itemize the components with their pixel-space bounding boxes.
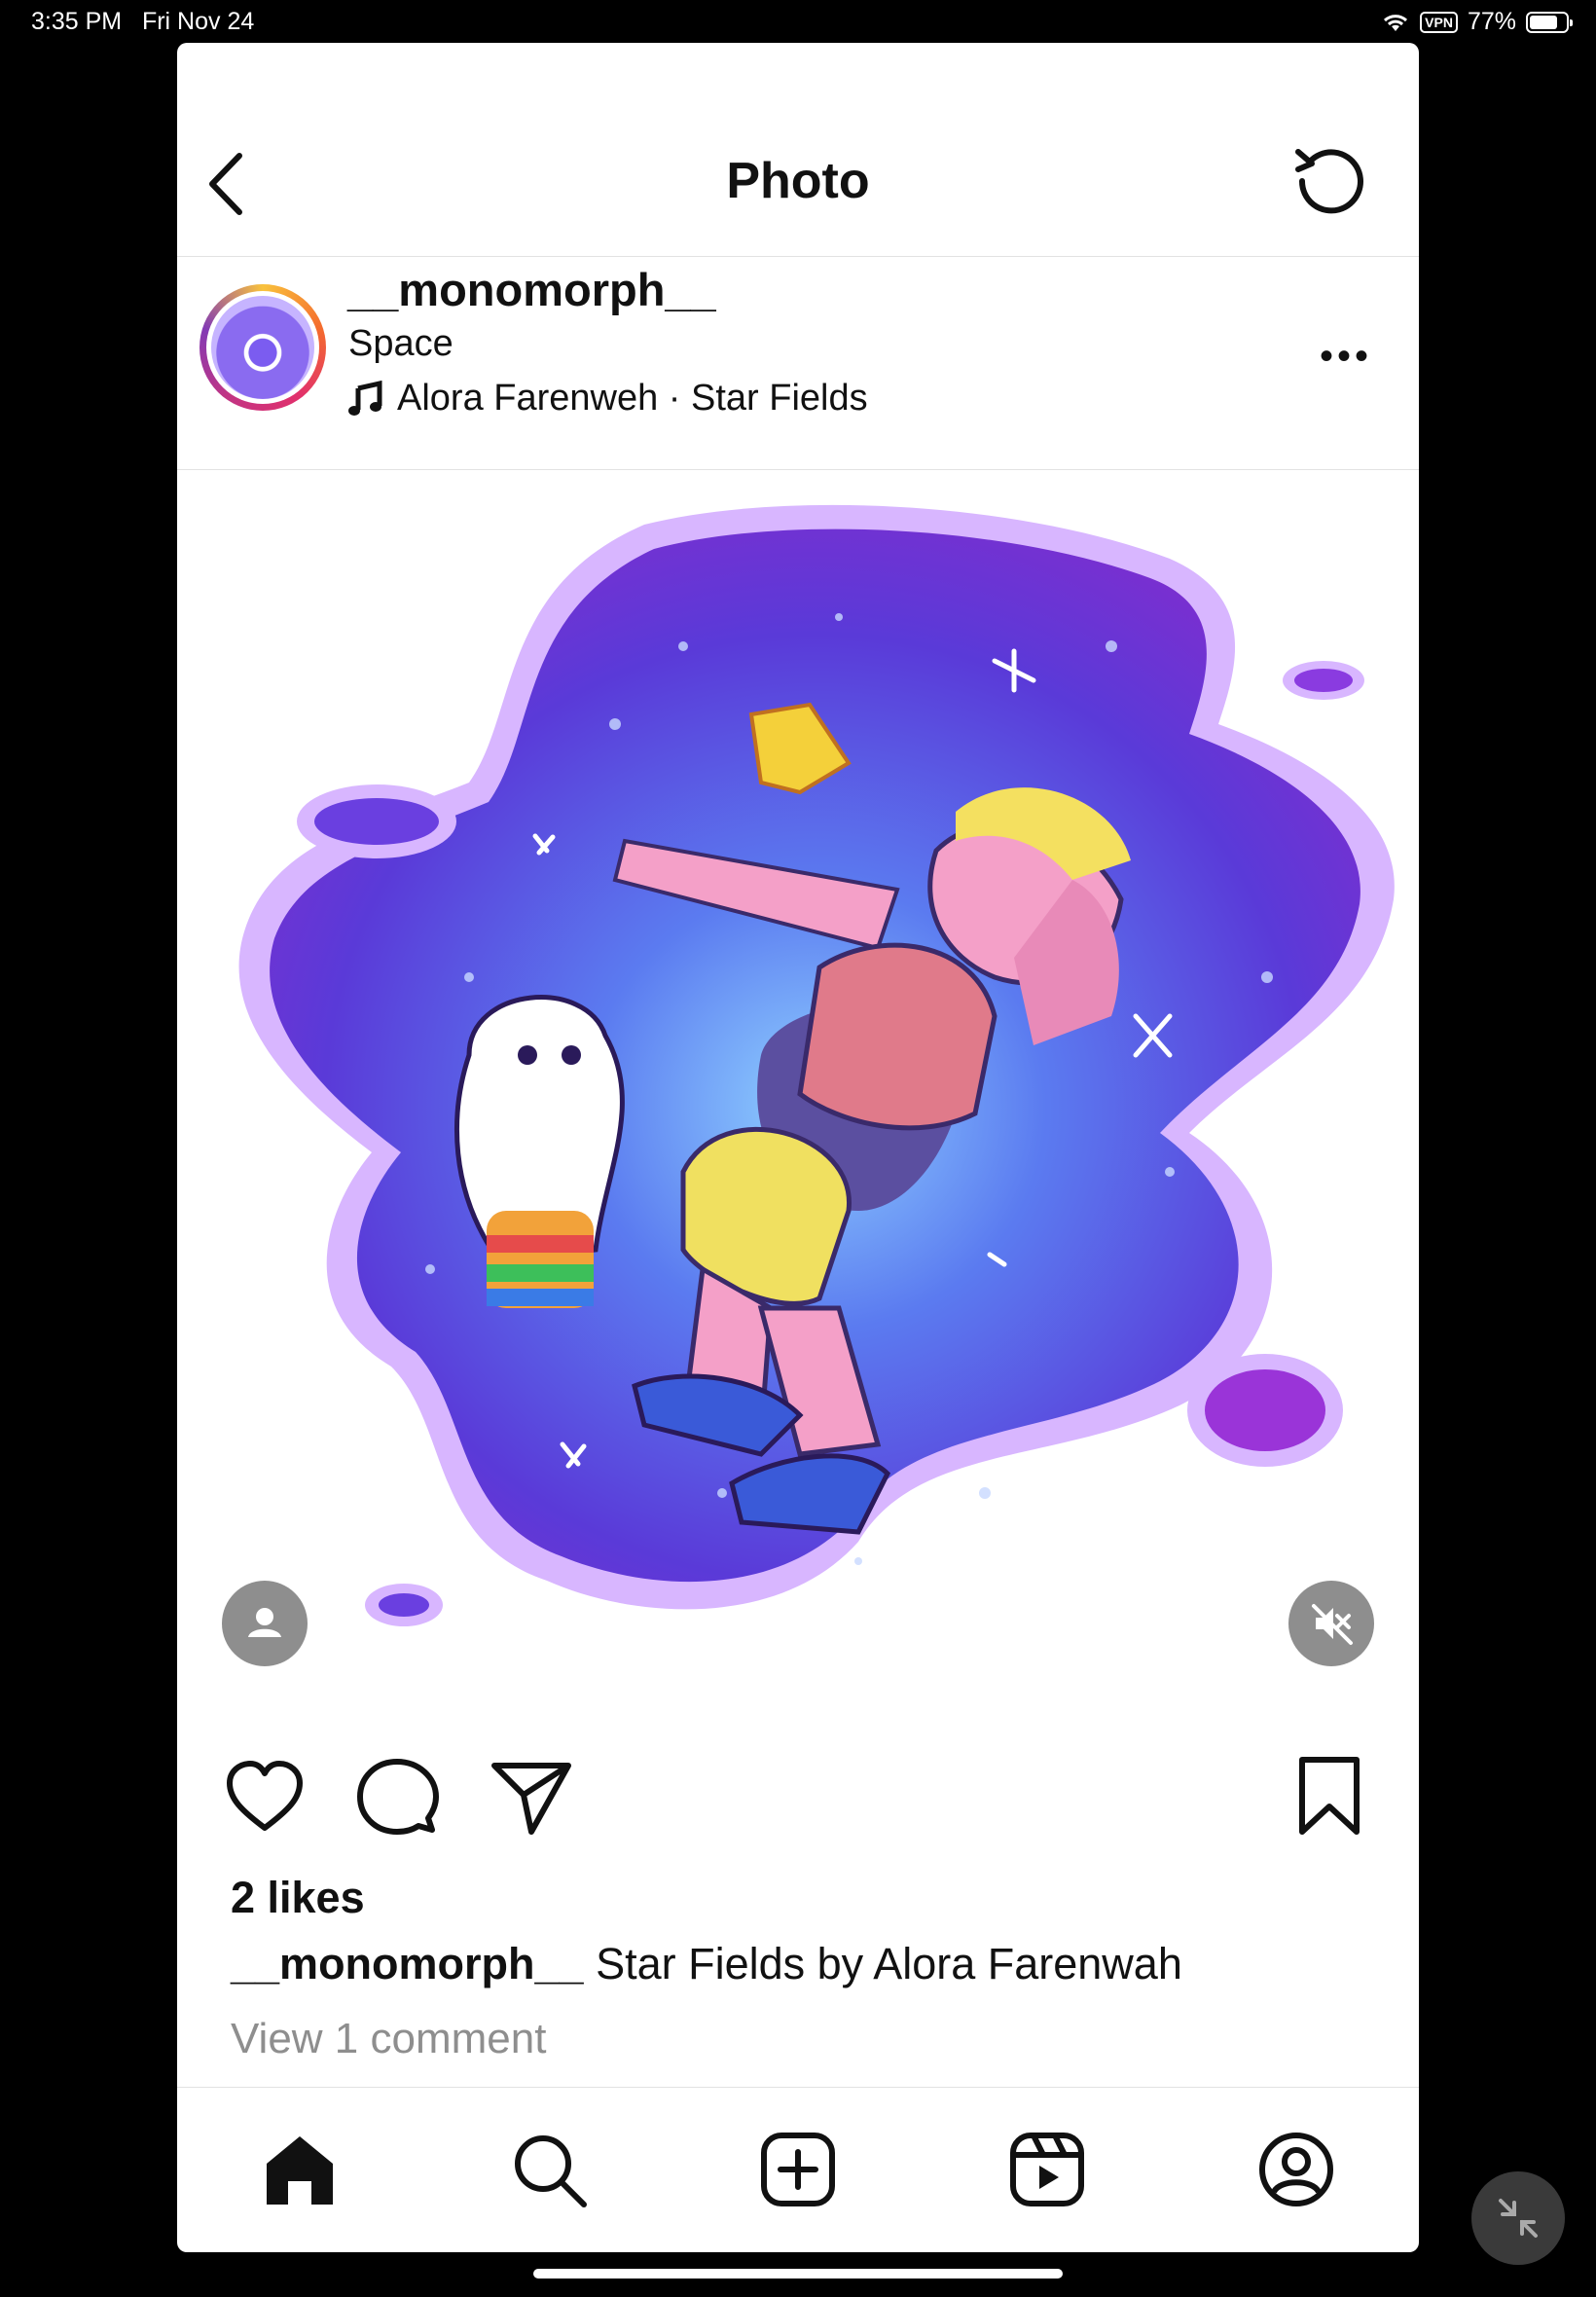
post-image[interactable] [177,471,1419,1713]
view-comments-link[interactable]: View 1 comment [231,2015,546,2063]
search-icon[interactable] [510,2131,588,2208]
caption-username[interactable]: __monomorph__ [231,1939,584,1988]
likes-count[interactable]: 2 likes [231,1873,365,1923]
reels-icon[interactable] [1008,2131,1086,2208]
home-icon[interactable] [261,2131,339,2208]
avatar-image [211,296,314,399]
top-nav: Photo [177,43,1419,257]
status-bar: 3:35 PM Fri Nov 24 VPN 77% [0,0,1596,43]
avatar[interactable] [200,284,326,411]
status-date: Fri Nov 24 [141,8,255,35]
post-actions [177,1754,1419,1851]
more-options-icon[interactable]: ••• [1320,335,1372,379]
music-note-icon [348,380,382,416]
create-icon[interactable] [759,2131,837,2208]
battery-icon [1526,11,1573,33]
home-indicator[interactable] [533,2269,1063,2279]
music-label: Alora Farenweh · Star Fields [397,378,868,419]
battery-percent: 77% [1467,8,1516,35]
app-panel: Photo __monomorph__ Space Alora Farenweh… [177,43,1419,2252]
post-illustration [238,504,1395,1626]
post-username[interactable]: __monomorph__ [347,263,716,316]
bookmark-icon[interactable] [1292,1754,1366,1840]
status-right: VPN 77% [1381,8,1573,36]
avatar-border [206,291,319,404]
vpn-badge: VPN [1420,11,1458,33]
minimize-button[interactable] [1471,2171,1565,2265]
status-time: 3:35 PM Fri Nov 24 [31,8,254,36]
person-icon [248,1608,281,1637]
post-music[interactable]: Alora Farenweh · Star Fields [348,378,868,419]
profile-icon[interactable] [1257,2131,1335,2208]
post-caption: __monomorph__ Star Fields by Alora Faren… [231,1939,1182,1989]
wifi-icon [1384,14,1408,31]
refresh-icon[interactable] [1290,140,1368,218]
share-icon[interactable] [489,1754,574,1840]
battery-level [1530,15,1557,29]
minimize-arrows-icon [1499,2199,1538,2238]
status-clock: 3:35 PM [31,8,123,35]
bottom-tab-bar [177,2087,1419,2252]
speaker-muted-icon [1312,1604,1353,1645]
post-location[interactable]: Space [348,323,453,365]
mute-button[interactable] [1288,1581,1374,1666]
page-title: Photo [726,153,870,209]
heart-icon[interactable] [222,1754,308,1840]
caption-text: Star Fields by Alora Farenwah [583,1939,1182,1988]
tag-people-button[interactable] [222,1581,308,1666]
comment-icon[interactable] [354,1754,440,1840]
